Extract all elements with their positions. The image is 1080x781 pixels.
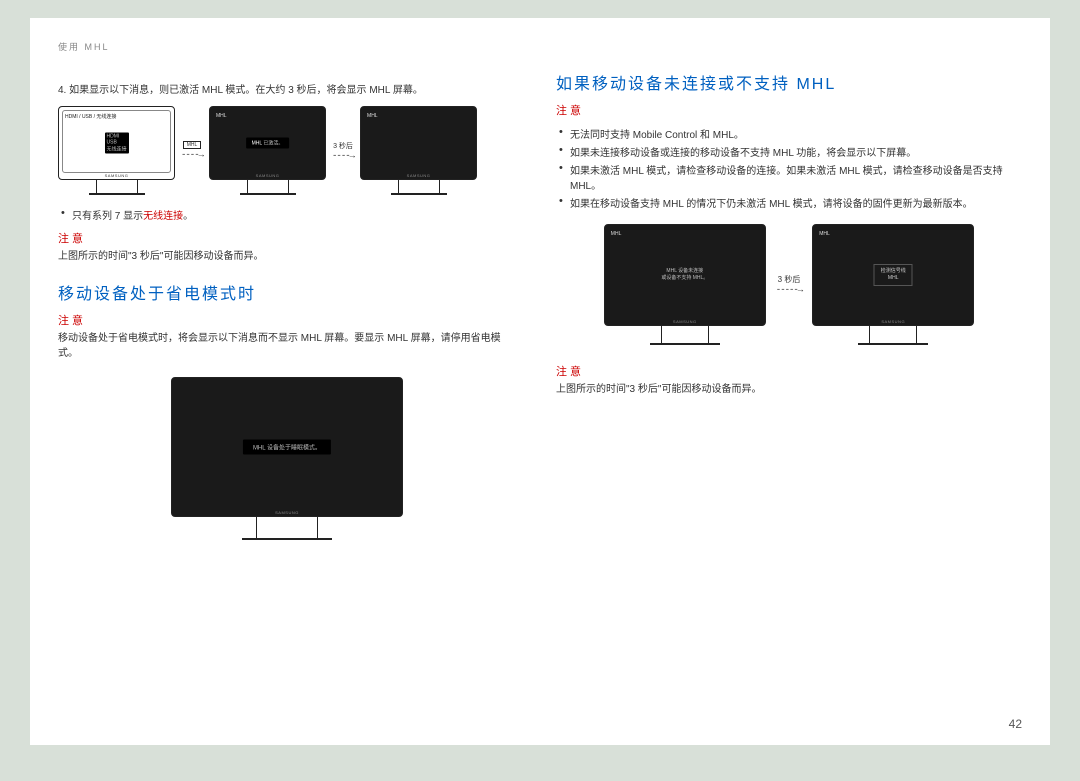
- monitor-row-1: HDMI / USB / 无线连接 HDMIUSB无线连接 SAMSUNG MH…: [58, 106, 516, 195]
- breadcrumb: 使用 MHL: [58, 40, 516, 53]
- mon-r1-msg: MHL 设备未连接 或设备不支持 MHL。: [661, 268, 708, 282]
- sleep-pill: MHL 设备处于睡眠模式。: [243, 440, 331, 455]
- arrow1-label: MHL: [183, 141, 202, 149]
- mon-r1-label: MHL: [611, 231, 622, 237]
- note-r2-body: 上图所示的时间"3 秒后"可能因移动设备而异。: [556, 382, 1022, 397]
- heading-not-connected: 如果移动设备未连接或不支持 MHL: [556, 70, 1022, 94]
- brand-label: SAMSUNG: [105, 173, 129, 178]
- notice-label: 注意: [556, 102, 1022, 118]
- brand-label: SAMSUNG: [256, 173, 280, 178]
- bullet-item: 如果未连接移动设备或连接的移动设备不支持 MHL 功能，将会显示以下屏幕。: [556, 144, 1022, 159]
- monitor-row-2: MHL MHL 设备未连接 或设备不支持 MHL。 SAMSUNG 3 秒后 -…: [556, 224, 1022, 345]
- arrow-mhl: MHL ----→: [181, 141, 203, 160]
- arrow-icon: ----→: [181, 150, 203, 160]
- mon2-top-label: MHL: [216, 113, 227, 119]
- mon-r2-label: MHL: [819, 231, 830, 237]
- monitor-not-connected: MHL MHL 设备未连接 或设备不支持 MHL。 SAMSUNG: [604, 224, 766, 345]
- arrow-3sec-right: 3 秒后 -----→: [776, 274, 802, 295]
- brand-label: SAMSUNG: [881, 319, 905, 324]
- bullet-item: 如果在移动设备支持 MHL 的情况下仍未激活 MHL 模式，请将设备的固件更新为…: [556, 195, 1022, 210]
- monitor-sleep-mode: MHL 设备处于睡眠模式。 SAMSUNG: [171, 377, 403, 540]
- note1-body: 上图所示的时间"3 秒后"可能因移动设备而异。: [58, 249, 516, 264]
- bullet-item: 如果未激活 MHL 模式，请检查移动设备的连接。如果未激活 MHL 模式，请检查…: [556, 162, 1022, 192]
- big-monitor-container: MHL 设备处于睡眠模式。 SAMSUNG: [58, 377, 516, 540]
- brand-label: SAMSUNG: [673, 319, 697, 324]
- notice-label: 注意: [556, 363, 1022, 379]
- arrow2-label: 3 秒后: [333, 141, 353, 151]
- note2-body: 移动设备处于省电模式时，将会显示以下消息而不显示 MHL 屏幕。要显示 MHL …: [58, 331, 516, 361]
- mon3-top-label: MHL: [367, 113, 378, 119]
- bullet-list-2: 无法同时支持 Mobile Control 和 MHL。 如果未连接移动设备或连…: [556, 126, 1022, 210]
- monitor-mhl-activated: MHL MHL 已激活。 SAMSUNG: [209, 106, 326, 195]
- mon1-source-pill: HDMIUSB无线连接: [104, 133, 128, 154]
- step-4-text: 4. 如果显示以下消息，则已激活 MHL 模式。在大约 3 秒后，将会显示 MH…: [58, 81, 516, 96]
- document-page: 使用 MHL 4. 如果显示以下消息，则已激活 MHL 模式。在大约 3 秒后，…: [30, 18, 1050, 745]
- bullet-item: 无法同时支持 Mobile Control 和 MHL。: [556, 126, 1022, 141]
- bullet-series7: 只有系列 7 显示无线连接。: [58, 207, 516, 222]
- mon2-pill: MHL 已激活。: [246, 138, 290, 149]
- page-number: 42: [1009, 717, 1022, 731]
- arrow-r-label: 3 秒后: [778, 274, 801, 285]
- left-column: 使用 MHL 4. 如果显示以下消息，则已激活 MHL 模式。在大约 3 秒后，…: [30, 18, 540, 745]
- right-column: 如果移动设备未连接或不支持 MHL 注意 无法同时支持 Mobile Contr…: [540, 18, 1050, 745]
- monitor-check-cable: MHL 检测信号线 MHL SAMSUNG: [812, 224, 974, 345]
- notice-label: 注意: [58, 312, 516, 328]
- arrow-icon: -----→: [776, 285, 802, 295]
- heading-power-save: 移动设备处于省电模式时: [58, 280, 516, 304]
- brand-label: SAMSUNG: [275, 510, 299, 515]
- brand-label: SAMSUNG: [407, 173, 431, 178]
- mon1-top-label: HDMI / USB / 无线连接: [65, 113, 116, 120]
- mon-r2-box: 检测信号线 MHL: [874, 264, 913, 286]
- notice-label: 注意: [58, 230, 516, 246]
- bullet-list-1: 只有系列 7 显示无线连接。: [58, 207, 516, 222]
- monitor-source-select: HDMI / USB / 无线连接 HDMIUSB无线连接 SAMSUNG: [58, 106, 175, 195]
- arrow-icon: ----→: [332, 151, 354, 161]
- arrow-3sec: 3 秒后 ----→: [332, 141, 354, 161]
- monitor-mhl-screen: MHL SAMSUNG: [360, 106, 477, 195]
